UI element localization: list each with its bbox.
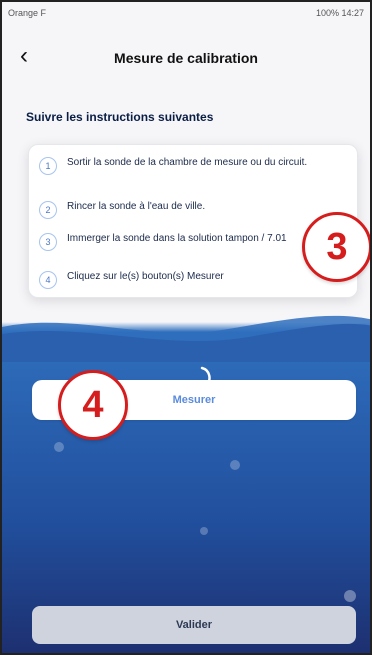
water-wave <box>2 315 370 362</box>
carrier-label: Orange F <box>8 8 47 18</box>
instruction-step-3: 3 Immerger la sonde dans la solution tam… <box>39 233 344 251</box>
step-number-4: 4 <box>39 271 57 289</box>
bubble <box>54 442 64 452</box>
app-header: ‹ Mesure de calibration <box>2 38 370 78</box>
status-right: 100% 14:27 <box>315 8 364 18</box>
annotation-badge-4: 4 <box>58 370 128 440</box>
instructions-heading: Suivre les instructions suivantes <box>26 110 214 124</box>
step-text-4: Cliquez sur le(s) bouton(s) Mesurer <box>67 271 224 282</box>
step-text-1: Sortir la sonde de la chambre de mesure … <box>67 157 308 168</box>
bubble <box>344 590 356 602</box>
step-text-3: Immerger la sonde dans la solution tampo… <box>67 233 287 244</box>
step-number-3: 3 <box>39 233 57 251</box>
step-number-2: 2 <box>39 201 57 219</box>
instruction-step-1: 1 Sortir la sonde de la chambre de mesur… <box>39 157 344 175</box>
bubble <box>200 527 208 535</box>
bubble <box>230 460 240 470</box>
step-text-2: Rincer la sonde à l'eau de ville. <box>67 201 206 212</box>
step-number-1: 1 <box>39 157 57 175</box>
measure-button-label: Mesurer <box>172 394 216 406</box>
instructions-card: 1 Sortir la sonde de la chambre de mesur… <box>28 144 358 298</box>
page-title: Mesure de calibration <box>114 50 258 66</box>
instruction-step-2: 2 Rincer la sonde à l'eau de ville. <box>39 201 344 219</box>
status-bar: Orange F 100% 14:27 <box>2 2 370 24</box>
validate-button[interactable]: Valider <box>32 606 356 644</box>
instruction-step-4: 4 Cliquez sur le(s) bouton(s) Mesurer <box>39 271 344 289</box>
screen: Orange F 100% 14:27 ‹ Mesure de calibrat… <box>0 0 372 655</box>
validate-button-label: Valider <box>175 619 213 631</box>
annotation-badge-3: 3 <box>302 212 370 282</box>
